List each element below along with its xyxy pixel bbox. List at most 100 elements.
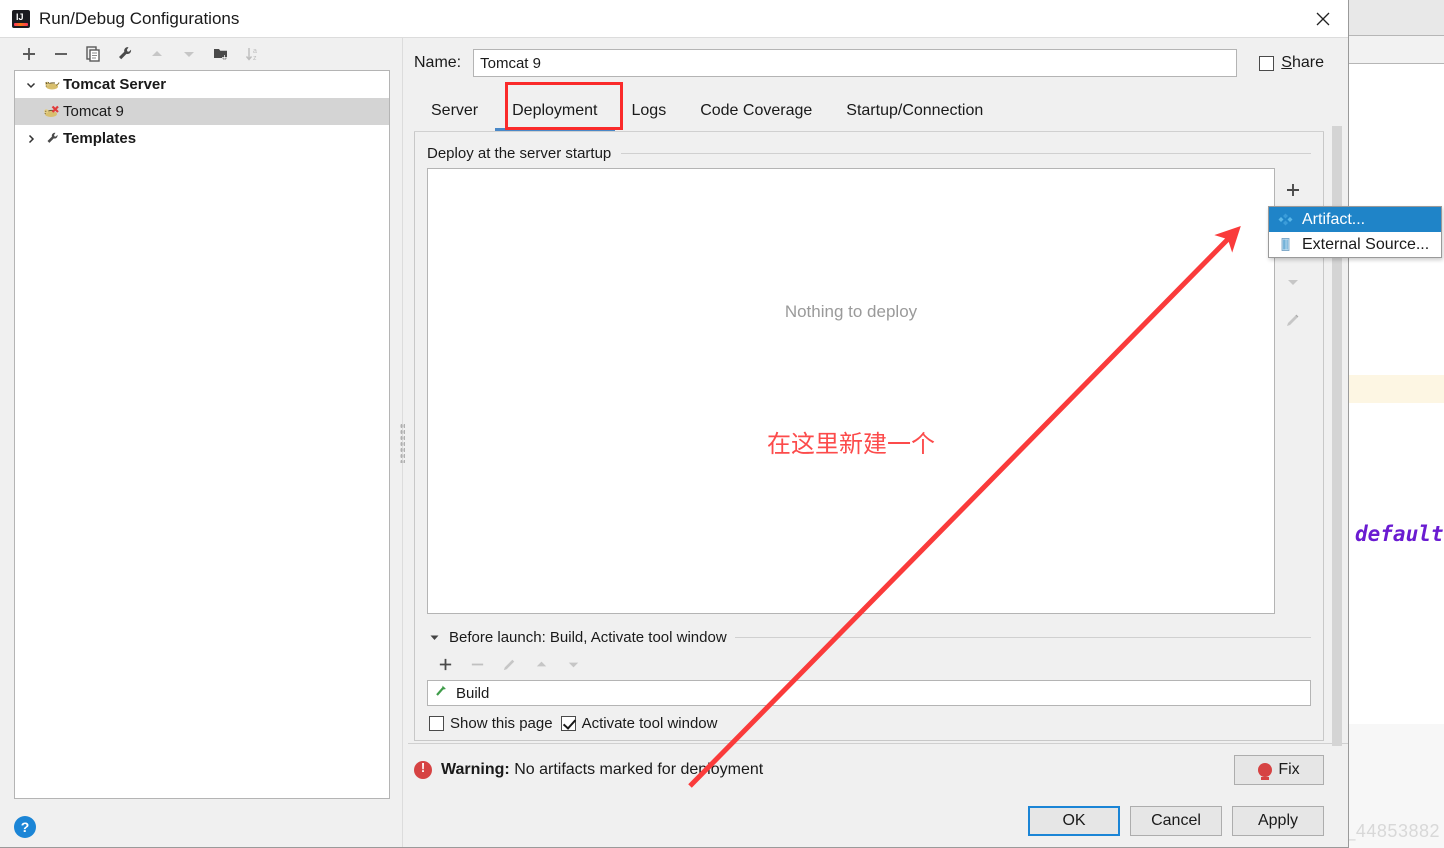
dialog-button-bar: OK Cancel Apply xyxy=(408,795,1348,847)
deployment-list[interactable]: Nothing to deploy 在这里新建一个 xyxy=(427,168,1275,614)
before-launch-title: Before launch: Build, Activate tool wind… xyxy=(449,628,727,646)
deploy-group-title: Deploy at the server startup xyxy=(427,144,612,162)
before-launch-checkboxes: Show this page Activate tool window xyxy=(427,706,1311,740)
warning-message: Warning: No artifacts marked for deploym… xyxy=(441,761,763,779)
configurations-tree-pane: a z Tomcat Server Tomcat 9 Templates ? xyxy=(0,38,398,847)
tab-server[interactable]: Server xyxy=(414,90,495,132)
tree-toolbar: a z xyxy=(0,38,398,70)
name-row: Name: Share xyxy=(408,38,1348,88)
add-task-button[interactable] xyxy=(431,651,459,677)
warning-prefix: Warning: xyxy=(441,760,510,778)
popup-item-label: Artifact... xyxy=(1302,210,1366,228)
add-configuration-button[interactable] xyxy=(14,41,44,67)
annotation-note-text: 在这里新建一个 xyxy=(767,430,935,458)
intellij-idea-icon: IJ xyxy=(12,9,30,28)
deploy-area: Nothing to deploy 在这里新建一个 xyxy=(427,168,1311,614)
tomcat-icon xyxy=(41,77,63,92)
group-separator xyxy=(621,152,1311,154)
tree-item-label: Templates xyxy=(63,130,137,147)
tab-label: Deployment xyxy=(512,102,598,119)
share-checkbox-box[interactable] xyxy=(1259,55,1275,71)
run-debug-configurations-dialog: IJ Run/Debug Configurations a z Tomcat S… xyxy=(0,0,1349,848)
folder-add-icon[interactable] xyxy=(206,41,236,67)
tab-label: Logs xyxy=(631,102,667,119)
sort-az-icon: a z xyxy=(238,41,268,67)
tree-item-label: Tomcat 9 xyxy=(63,103,124,120)
fix-button-label: Fix xyxy=(1278,760,1300,778)
popup-item-external-source[interactable]: External Source... xyxy=(1269,232,1441,257)
close-icon[interactable] xyxy=(1298,0,1348,38)
artifact-icon xyxy=(1277,212,1293,228)
task-move-down-button xyxy=(559,651,587,677)
warning-bar: Warning: No artifacts marked for deploym… xyxy=(408,743,1348,795)
cancel-button[interactable]: Cancel xyxy=(1130,806,1222,836)
add-deployment-button[interactable] xyxy=(1279,176,1307,204)
background-editor-tabs-strip xyxy=(1349,36,1444,64)
tree-item-tomcat-9[interactable]: Tomcat 9 xyxy=(15,98,389,125)
cancel-button-label: Cancel xyxy=(1151,812,1201,829)
triangle-down-icon[interactable] xyxy=(427,632,441,643)
task-move-up-button xyxy=(527,651,555,677)
tab-deployment[interactable]: Deployment xyxy=(495,90,615,132)
tree-item-tomcat-server[interactable]: Tomcat Server xyxy=(15,71,389,98)
activate-tool-window-checkbox[interactable]: Activate tool window xyxy=(560,714,718,732)
group-separator xyxy=(734,636,1311,638)
dialog-body: a z Tomcat Server Tomcat 9 Templates ? N… xyxy=(0,38,1348,847)
build-hammer-icon xyxy=(434,683,449,703)
svg-text:z: z xyxy=(253,55,257,62)
fix-button[interactable]: Fix xyxy=(1234,754,1324,785)
background-toolbar-strip xyxy=(1349,0,1444,36)
tab-code-coverage[interactable]: Code Coverage xyxy=(683,90,829,132)
configurations-tree[interactable]: Tomcat Server Tomcat 9 Templates xyxy=(14,70,390,799)
show-this-page-label: Show this page xyxy=(450,714,553,732)
warning-detail: No artifacts marked for deployment xyxy=(514,760,764,778)
chevron-right-icon[interactable] xyxy=(21,133,41,145)
name-input[interactable] xyxy=(473,49,1238,77)
tree-item-templates[interactable]: Templates xyxy=(15,125,389,152)
error-icon xyxy=(414,760,432,779)
copy-icon[interactable] xyxy=(78,41,108,67)
dialog-title-bar: IJ Run/Debug Configurations xyxy=(0,0,1348,38)
apply-button[interactable]: Apply xyxy=(1232,806,1324,836)
before-launch-section: Before launch: Build, Activate tool wind… xyxy=(427,626,1311,740)
tomcat-error-icon xyxy=(41,104,63,120)
add-deployment-popup-menu[interactable]: Artifact... External Source... xyxy=(1268,206,1443,258)
apply-button-label: Apply xyxy=(1257,812,1299,829)
activate-tool-window-box[interactable] xyxy=(560,715,576,731)
ok-button-label: OK xyxy=(1062,812,1086,829)
before-launch-task-list[interactable]: Build xyxy=(427,680,1311,706)
activate-tool-window-label: Activate tool window xyxy=(581,714,718,732)
remove-configuration-button[interactable] xyxy=(46,41,76,67)
popup-item-artifact[interactable]: Artifact... xyxy=(1269,207,1442,232)
move-deployment-down-button xyxy=(1279,268,1307,296)
ok-button[interactable]: OK xyxy=(1028,806,1120,836)
tab-logs[interactable]: Logs xyxy=(615,90,684,132)
configuration-editor-pane: Name: Share Server Deployment Logs Code … xyxy=(408,38,1348,847)
name-label: Name: xyxy=(414,54,462,71)
help-icon[interactable]: ? xyxy=(14,816,36,838)
bulb-icon xyxy=(1258,762,1273,780)
deployment-tab-content: Deploy at the server startup Nothing to … xyxy=(414,132,1324,741)
configuration-tabs: Server Deployment Logs Code Coverage Sta… xyxy=(408,88,1348,132)
tree-item-label: Tomcat Server xyxy=(63,76,167,93)
tab-label: Server xyxy=(431,102,479,119)
help-bar: ? xyxy=(0,807,398,847)
before-launch-task-label: Build xyxy=(456,684,490,702)
arrow-up-icon xyxy=(142,41,172,67)
tab-startup-connection[interactable]: Startup/Connection xyxy=(829,90,1000,132)
tab-label: Code Coverage xyxy=(700,102,813,119)
deploy-empty-message: Nothing to deploy xyxy=(784,302,918,321)
wrench-icon xyxy=(41,131,63,146)
wrench-icon[interactable] xyxy=(110,41,140,67)
show-this-page-checkbox[interactable]: Show this page xyxy=(429,715,553,732)
before-launch-toolbar xyxy=(427,648,1311,680)
show-this-page-box[interactable] xyxy=(429,715,444,731)
share-label: Share xyxy=(1281,54,1324,71)
share-checkbox[interactable]: Share xyxy=(1259,54,1324,72)
arrow-down-icon xyxy=(174,41,204,67)
splitter-grip[interactable] xyxy=(400,422,405,463)
pane-splitter[interactable] xyxy=(398,38,408,847)
chevron-down-icon[interactable] xyxy=(21,79,41,91)
edit-task-button xyxy=(495,651,523,677)
background-highlighted-line xyxy=(1349,375,1444,403)
